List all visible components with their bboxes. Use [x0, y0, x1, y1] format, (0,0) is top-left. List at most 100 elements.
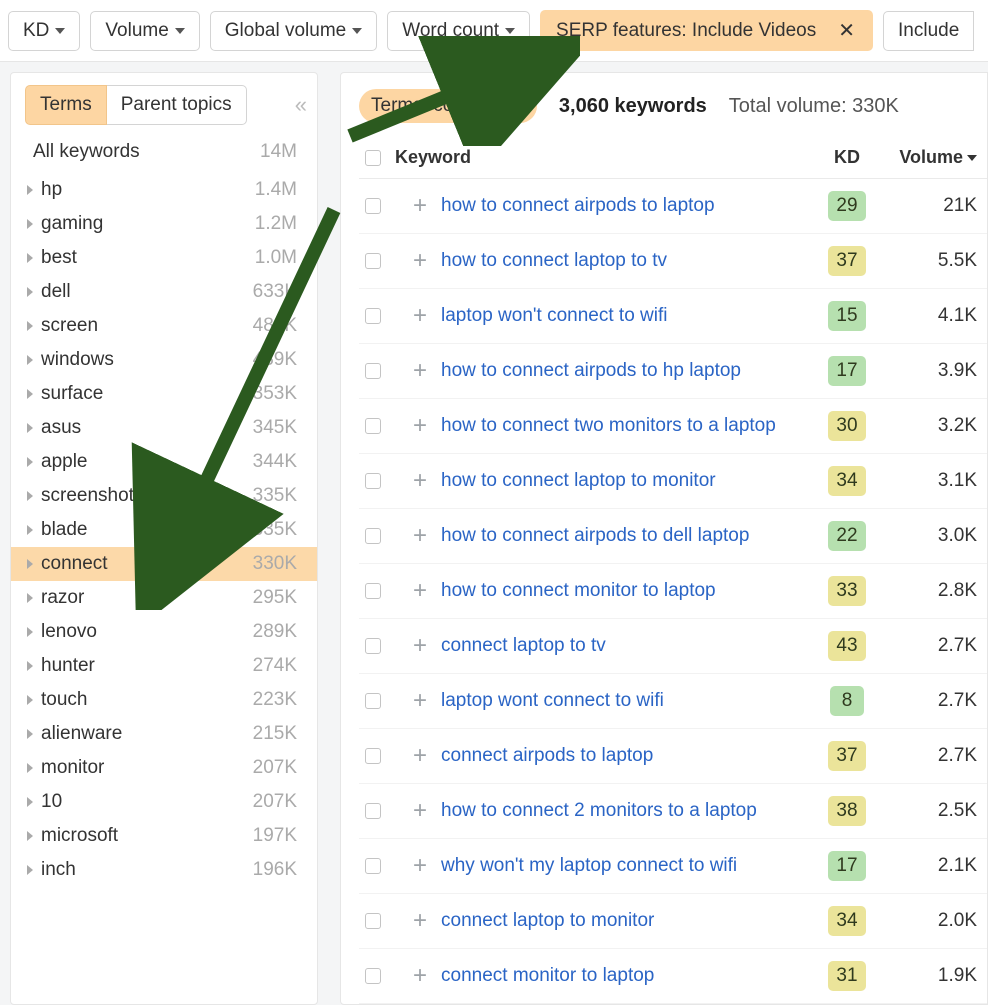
- term-label: inch: [41, 859, 76, 881]
- term-row[interactable]: windows 439K: [11, 343, 317, 377]
- filter-global-volume[interactable]: Global volume: [210, 11, 377, 51]
- add-icon[interactable]: +: [409, 360, 431, 382]
- term-row[interactable]: touch 223K: [11, 683, 317, 717]
- expand-icon: [27, 695, 33, 705]
- filter-kd[interactable]: KD: [8, 11, 80, 51]
- term-row[interactable]: hp 1.4M: [11, 173, 317, 207]
- keyword-link[interactable]: connect laptop to monitor: [441, 910, 654, 931]
- close-icon[interactable]: ✕: [510, 96, 525, 117]
- terms-list: hp 1.4M gaming 1.2M best 1.0M dell 633K …: [11, 173, 317, 887]
- row-checkbox[interactable]: [365, 473, 381, 489]
- term-row[interactable]: connect 330K: [11, 547, 317, 581]
- term-row[interactable]: gaming 1.2M: [11, 207, 317, 241]
- term-label: blade: [41, 519, 88, 541]
- add-icon[interactable]: +: [409, 690, 431, 712]
- term-row[interactable]: screenshot 335K: [11, 479, 317, 513]
- row-checkbox[interactable]: [365, 583, 381, 599]
- keyword-link[interactable]: why won't my laptop connect to wifi: [441, 855, 737, 876]
- row-checkbox[interactable]: [365, 858, 381, 874]
- expand-icon: [27, 253, 33, 263]
- row-checkbox[interactable]: [365, 308, 381, 324]
- add-icon[interactable]: +: [409, 580, 431, 602]
- term-row[interactable]: 10 207K: [11, 785, 317, 819]
- term-count: 353K: [253, 383, 297, 405]
- row-checkbox[interactable]: [365, 418, 381, 434]
- row-checkbox[interactable]: [365, 638, 381, 654]
- row-checkbox[interactable]: [365, 363, 381, 379]
- add-icon[interactable]: +: [409, 635, 431, 657]
- row-checkbox[interactable]: [365, 803, 381, 819]
- term-row[interactable]: asus 345K: [11, 411, 317, 445]
- keyword-link[interactable]: how to connect monitor to laptop: [441, 580, 716, 601]
- term-row[interactable]: apple 344K: [11, 445, 317, 479]
- add-icon[interactable]: +: [409, 965, 431, 987]
- keyword-link[interactable]: how to connect laptop to monitor: [441, 470, 716, 491]
- table-row: + laptop won't connect to wifi 15 4.1K: [359, 289, 987, 344]
- tab-terms[interactable]: Terms: [25, 85, 107, 125]
- expand-icon: [27, 321, 33, 331]
- row-checkbox[interactable]: [365, 198, 381, 214]
- tab-parent-topics[interactable]: Parent topics: [107, 85, 247, 125]
- keyword-link[interactable]: connect laptop to tv: [441, 635, 606, 656]
- filter-word-count[interactable]: Word count: [387, 11, 530, 51]
- kd-badge: 43: [828, 631, 865, 661]
- add-icon[interactable]: +: [409, 800, 431, 822]
- keyword-link[interactable]: how to connect airpods to laptop: [441, 195, 715, 216]
- add-icon[interactable]: +: [409, 415, 431, 437]
- keyword-link[interactable]: how to connect laptop to tv: [441, 250, 667, 271]
- row-checkbox[interactable]: [365, 968, 381, 984]
- all-keywords-row[interactable]: All keywords 14M: [11, 135, 317, 173]
- term-row[interactable]: razor 295K: [11, 581, 317, 615]
- table-row: + how to connect airpods to dell laptop …: [359, 509, 987, 564]
- column-volume[interactable]: Volume: [887, 147, 987, 168]
- term-row[interactable]: lenovo 289K: [11, 615, 317, 649]
- filter-serp-features-tag[interactable]: SERP features: Include Videos ✕: [540, 10, 873, 51]
- keyword-link[interactable]: how to connect 2 monitors to a laptop: [441, 800, 757, 821]
- column-kd[interactable]: KD: [807, 147, 887, 168]
- row-checkbox[interactable]: [365, 528, 381, 544]
- keyword-link[interactable]: how to connect airpods to dell laptop: [441, 525, 749, 546]
- term-row[interactable]: hunter 274K: [11, 649, 317, 683]
- add-icon[interactable]: +: [409, 305, 431, 327]
- keyword-link[interactable]: connect monitor to laptop: [441, 965, 654, 986]
- filter-volume[interactable]: Volume: [90, 11, 199, 51]
- term-count: 274K: [253, 655, 297, 677]
- column-keyword[interactable]: Keyword: [395, 147, 807, 168]
- add-icon[interactable]: +: [409, 855, 431, 877]
- select-all-checkbox[interactable]: [365, 150, 381, 166]
- close-icon[interactable]: ✕: [830, 18, 863, 43]
- term-row[interactable]: surface 353K: [11, 377, 317, 411]
- term-row[interactable]: screen 489K: [11, 309, 317, 343]
- keyword-link[interactable]: laptop won't connect to wifi: [441, 305, 667, 326]
- term-count: 223K: [253, 689, 297, 711]
- volume-value: 3.9K: [938, 360, 977, 382]
- add-icon[interactable]: +: [409, 470, 431, 492]
- row-checkbox[interactable]: [365, 913, 381, 929]
- volume-value: 5.5K: [938, 250, 977, 272]
- term-filter-pill[interactable]: Terms: connect ✕: [359, 89, 537, 123]
- add-icon[interactable]: +: [409, 250, 431, 272]
- collapse-sidebar-icon[interactable]: «: [295, 92, 301, 118]
- add-icon[interactable]: +: [409, 910, 431, 932]
- all-keywords-count: 14M: [260, 141, 297, 163]
- term-row[interactable]: microsoft 197K: [11, 819, 317, 853]
- term-row[interactable]: blade 335K: [11, 513, 317, 547]
- term-row[interactable]: alienware 215K: [11, 717, 317, 751]
- term-row[interactable]: dell 633K: [11, 275, 317, 309]
- term-row[interactable]: inch 196K: [11, 853, 317, 887]
- add-icon[interactable]: +: [409, 525, 431, 547]
- filter-include-partial[interactable]: Include: [883, 11, 974, 51]
- term-label: monitor: [41, 757, 104, 779]
- row-checkbox[interactable]: [365, 253, 381, 269]
- keyword-link[interactable]: laptop wont connect to wifi: [441, 690, 664, 711]
- row-checkbox[interactable]: [365, 748, 381, 764]
- keyword-link[interactable]: how to connect airpods to hp laptop: [441, 360, 741, 381]
- term-row[interactable]: best 1.0M: [11, 241, 317, 275]
- add-icon[interactable]: +: [409, 745, 431, 767]
- term-row[interactable]: monitor 207K: [11, 751, 317, 785]
- keyword-link[interactable]: connect airpods to laptop: [441, 745, 653, 766]
- kd-badge: 30: [828, 411, 865, 441]
- keyword-link[interactable]: how to connect two monitors to a laptop: [441, 415, 776, 436]
- add-icon[interactable]: +: [409, 195, 431, 217]
- row-checkbox[interactable]: [365, 693, 381, 709]
